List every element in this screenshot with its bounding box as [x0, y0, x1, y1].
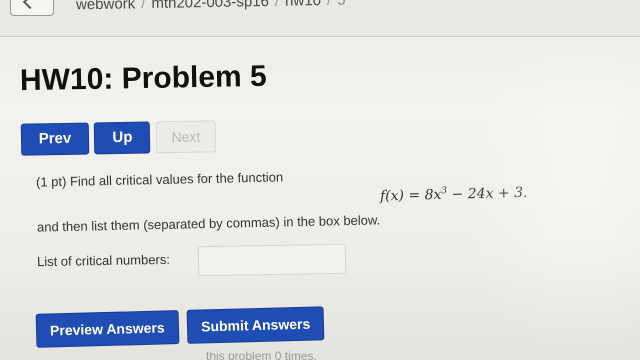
next-button: Next — [155, 120, 217, 154]
breadcrumb-item-problem: 5 — [336, 0, 346, 9]
formula-rhs: − 24x + 3. — [446, 184, 528, 203]
breadcrumb: webwork / mth202-003-sp16 / hw10 / 5 — [76, 0, 346, 13]
answer-label: List of critical numbers: — [36, 251, 171, 270]
breadcrumb-separator: / — [274, 0, 280, 10]
problem-prompt: (1 pt) Find all critical values for the … — [35, 169, 284, 190]
breadcrumb-item-webwork[interactable]: webwork — [76, 0, 135, 13]
back-button[interactable] — [10, 0, 54, 16]
answer-actions: Preview Answers Submit Answers — [35, 306, 329, 348]
prev-button[interactable]: Prev — [20, 122, 90, 156]
up-button[interactable]: Up — [94, 121, 151, 155]
breadcrumb-separator: / — [326, 0, 332, 9]
function-formula: f(x) = 8x3 − 24x + 3. — [379, 184, 528, 205]
chevron-left-icon — [22, 0, 38, 10]
breadcrumb-item-course[interactable]: mth202-003-sp16 — [151, 0, 269, 12]
top-navigation-bar: webwork / mth202-003-sp16 / hw10 / 5 — [0, 0, 640, 37]
breadcrumb-separator: / — [141, 0, 146, 13]
formula-lhs: f(x) = 8x — [379, 186, 442, 205]
webwork-page: webwork / mth202-003-sp16 / hw10 / 5 HW10: Pro… — [0, 0, 640, 360]
preview-answers-button[interactable]: Preview Answers — [35, 310, 180, 348]
page-title: HW10: Problem 5 — [19, 59, 267, 98]
breadcrumb-item-set[interactable]: hw10 — [285, 0, 321, 10]
submit-answers-button[interactable]: Submit Answers — [186, 306, 325, 344]
problem-instruction: and then list them (separated by commas)… — [36, 212, 381, 235]
attempts-text: this problem 0 times. — [206, 349, 317, 360]
problem-navigation: Prev Up Next — [20, 120, 217, 156]
answer-input[interactable] — [197, 243, 347, 277]
